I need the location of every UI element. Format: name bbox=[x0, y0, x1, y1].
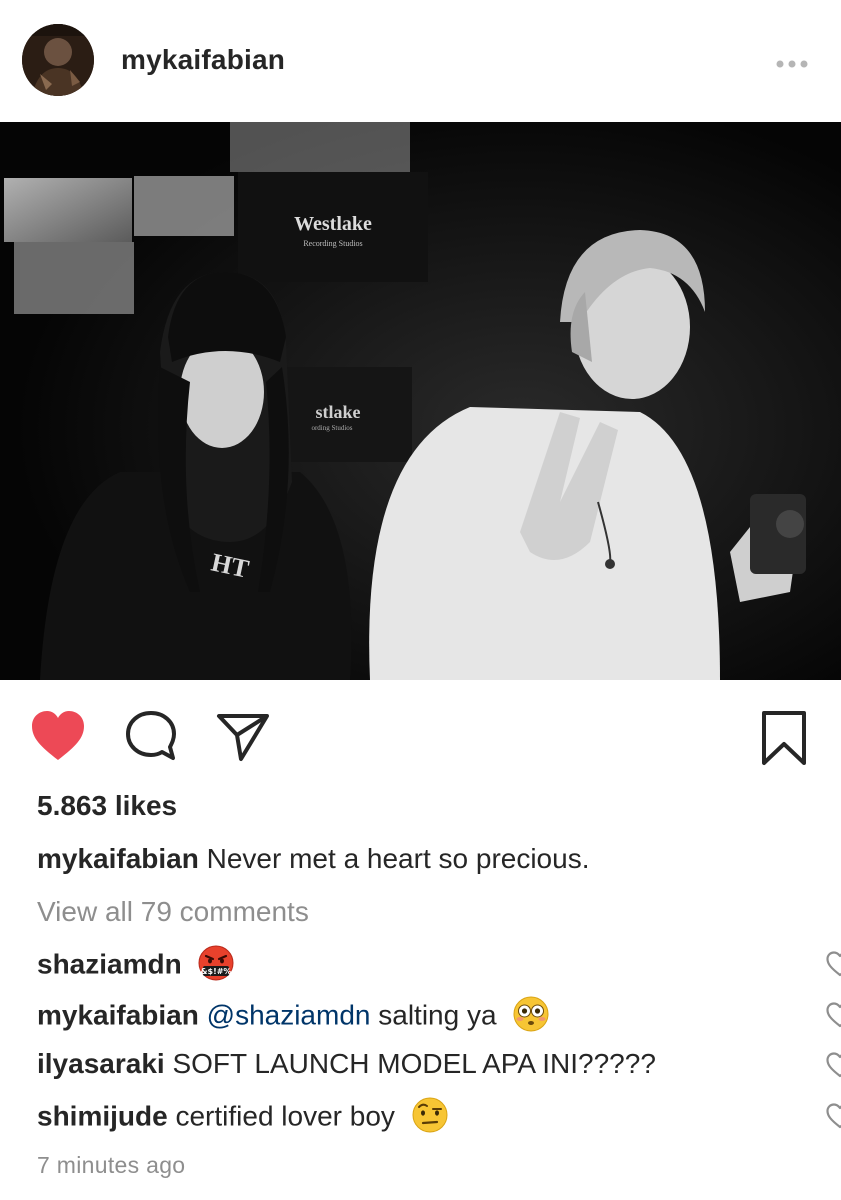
post-header: mykaifabian bbox=[0, 0, 841, 122]
action-bar bbox=[0, 680, 841, 790]
heart-outline-icon[interactable] bbox=[826, 1002, 841, 1028]
comment-username[interactable]: shaziamdn bbox=[37, 948, 182, 979]
comment-username[interactable]: shimijude bbox=[37, 1100, 168, 1131]
comment-text: salting ya bbox=[378, 999, 497, 1031]
caption-text: Never met a heart so precious. bbox=[206, 843, 590, 874]
avatar[interactable] bbox=[22, 24, 94, 96]
comment-bubble-icon[interactable] bbox=[125, 710, 177, 762]
post-caption: mykaifabian Never met a heart so preciou… bbox=[37, 843, 589, 875]
caption-username[interactable]: mykaifabian bbox=[37, 843, 199, 874]
post-photo[interactable]: Westlake Recording Studios stlake ording… bbox=[0, 122, 841, 680]
paper-plane-icon[interactable] bbox=[216, 712, 270, 762]
comment-mention[interactable]: @shaziamdn bbox=[207, 999, 371, 1030]
post-timestamp: 7 minutes ago bbox=[37, 1152, 186, 1178]
more-dots-icon[interactable] bbox=[775, 56, 809, 68]
westlake-sign-partial: stlake bbox=[316, 402, 361, 422]
comment-text: certified lover boy bbox=[175, 1100, 395, 1132]
bookmark-icon[interactable] bbox=[760, 710, 808, 766]
westlake-sign: Westlake bbox=[294, 213, 372, 235]
face-with-raised-eyebrow-emoji bbox=[411, 1096, 449, 1134]
flushed-face-emoji bbox=[512, 995, 550, 1033]
recording-studios-sign-partial: ording Studios bbox=[311, 424, 352, 432]
comment-username[interactable]: ilyasaraki bbox=[37, 1048, 165, 1079]
heart-outline-icon[interactable] bbox=[826, 1052, 841, 1078]
face-with-symbols-on-mouth-emoji: &$!#% bbox=[197, 944, 235, 982]
svg-text:&$!#%: &$!#% bbox=[201, 967, 232, 976]
recording-studios-sign: Recording Studios bbox=[303, 239, 362, 248]
likes-count[interactable]: 5.863 likes bbox=[37, 790, 177, 822]
heart-outline-icon[interactable] bbox=[826, 1103, 841, 1129]
comment-text: SOFT LAUNCH MODEL APA INI????? bbox=[172, 1048, 656, 1079]
view-all-comments-link[interactable]: View all 79 comments bbox=[37, 896, 309, 928]
comment-row: mykaifabian @shaziamdn salting ya bbox=[37, 995, 841, 1038]
heart-filled-icon[interactable] bbox=[30, 710, 86, 762]
comment-row: shaziamdn &$!#% bbox=[37, 944, 841, 987]
heart-outline-icon[interactable] bbox=[826, 951, 841, 977]
comment-username[interactable]: mykaifabian bbox=[37, 999, 199, 1030]
comment-row: shimijude certified lover boy bbox=[37, 1096, 841, 1139]
comment-row: ilyasaraki SOFT LAUNCH MODEL APA INI????… bbox=[37, 1048, 841, 1088]
post-author-username[interactable]: mykaifabian bbox=[121, 44, 285, 76]
